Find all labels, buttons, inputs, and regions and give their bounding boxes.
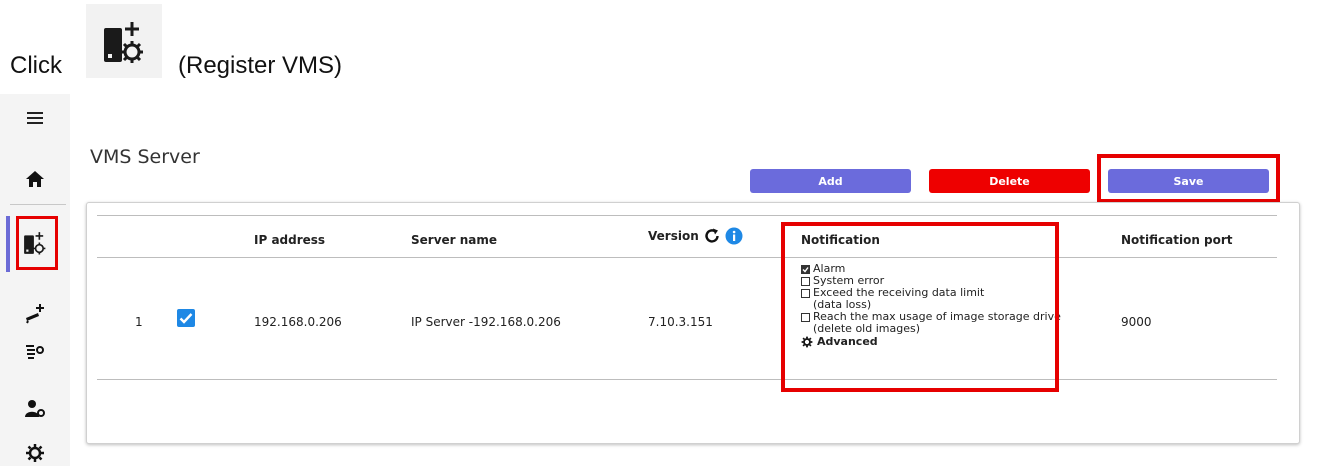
table-bottom-rule xyxy=(97,379,1277,380)
sidebar-item-home[interactable] xyxy=(0,154,70,204)
sidebar xyxy=(0,94,70,466)
sidebar-divider xyxy=(10,204,66,205)
info-icon[interactable] xyxy=(725,227,743,245)
highlight-notification-column xyxy=(781,222,1059,392)
row-server-name: IP Server -192.168.0.206 xyxy=(411,315,561,329)
instruction-click-text: Click xyxy=(10,52,62,79)
highlight-sidebar-register-vms xyxy=(16,216,58,270)
row-index: 1 xyxy=(135,315,143,329)
header-version-label: Version xyxy=(648,229,699,243)
checkmark-icon xyxy=(179,313,193,324)
app-window: VMS Server Add Delete Save IP address Se… xyxy=(0,94,1338,466)
refresh-icon[interactable] xyxy=(703,227,721,245)
add-button[interactable]: Add xyxy=(750,169,911,193)
add-camera-icon xyxy=(26,304,44,324)
table-top-rule xyxy=(97,215,1277,216)
sidebar-item-settings[interactable] xyxy=(0,428,70,466)
row-ip-address: 192.168.0.206 xyxy=(254,315,342,329)
user-settings-icon xyxy=(25,400,45,417)
page-title: VMS Server xyxy=(90,146,200,168)
sidebar-item-camera-list-settings[interactable] xyxy=(0,328,70,378)
instruction-action-label: (Register VMS) xyxy=(178,52,343,79)
register-vms-icon xyxy=(104,22,143,63)
instruction-header: Click (Register VMS) xyxy=(0,0,1338,92)
camera-list-settings-icon xyxy=(26,345,44,359)
header-version: Version xyxy=(648,227,743,245)
hamburger-menu-button[interactable] xyxy=(0,100,70,136)
sidebar-item-user-settings[interactable] xyxy=(0,384,70,434)
header-ip-address: IP address xyxy=(254,233,326,247)
table-header-rule xyxy=(97,257,1277,258)
header-server-name: Server name xyxy=(411,233,498,247)
hamburger-menu-icon xyxy=(27,112,43,124)
row-version: 7.10.3.151 xyxy=(648,315,713,329)
vms-server-table: IP address Server name Version Notificat… xyxy=(86,202,1300,444)
header-notification-port: Notification port xyxy=(1121,233,1233,247)
delete-button[interactable]: Delete xyxy=(929,169,1090,193)
instruction-register-vms-icon xyxy=(86,4,162,78)
gear-icon xyxy=(26,444,44,462)
row-select-checkbox[interactable] xyxy=(177,309,195,327)
row-notification-port: 9000 xyxy=(1121,315,1152,329)
home-icon xyxy=(26,171,44,187)
highlight-save-button xyxy=(1097,154,1280,203)
